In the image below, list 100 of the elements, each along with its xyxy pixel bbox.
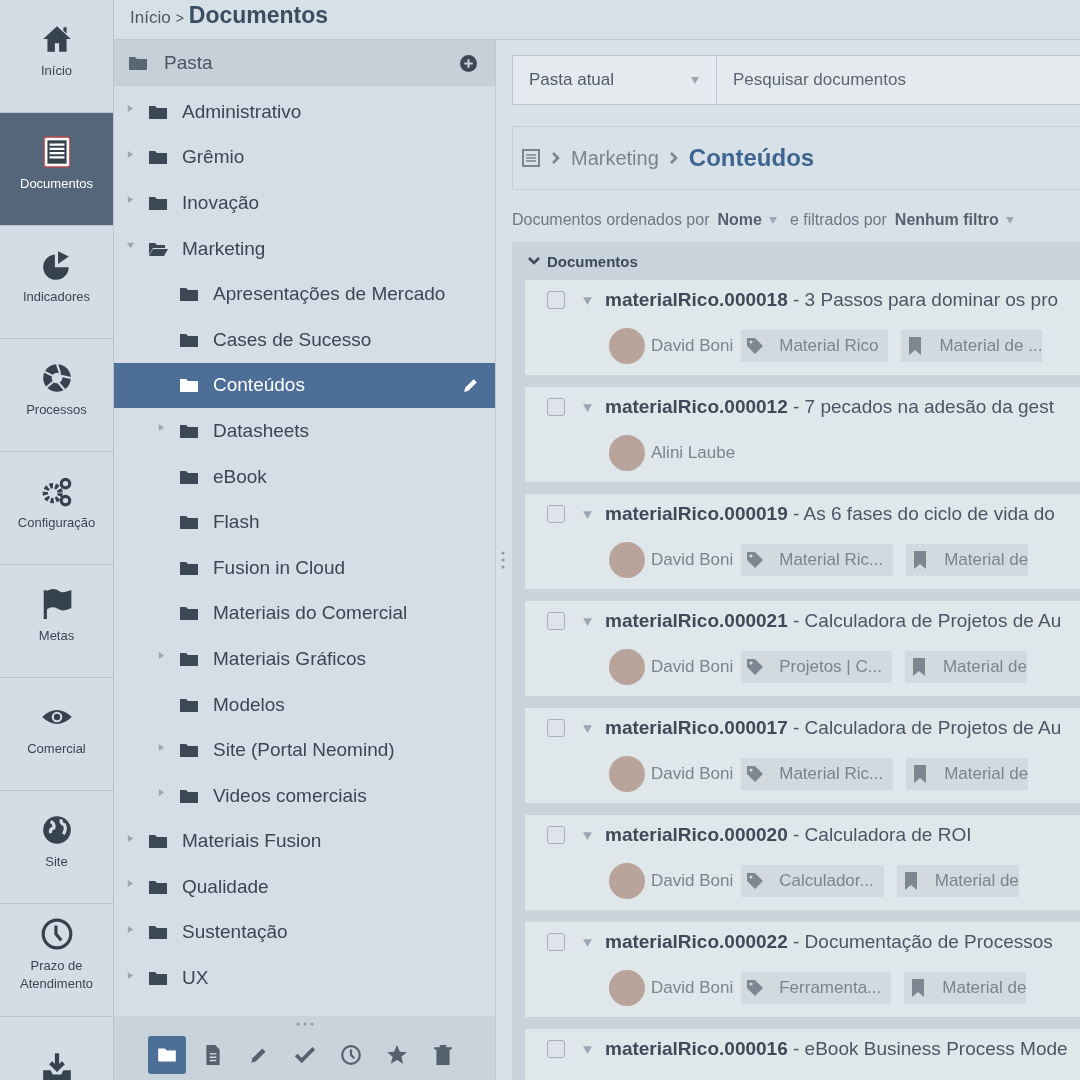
- caret-down-icon[interactable]: [582, 722, 593, 734]
- checkbox[interactable]: [547, 505, 565, 523]
- folder-icon: [148, 103, 168, 120]
- folder-icon: [179, 650, 199, 667]
- folder-tree-item[interactable]: Materiais do Comercial: [114, 590, 495, 637]
- document-title[interactable]: materialRico.000021 - Calculadora de Projetos de Au: [605, 610, 1062, 632]
- caret-down-icon[interactable]: [582, 294, 593, 306]
- document-title[interactable]: materialRico.000019 - As 6 fases do ciclo de vida do: [605, 503, 1055, 525]
- document-card[interactable]: materialRico.000016 - eBook Business Process Mode: [525, 1029, 1080, 1080]
- folder-name: eBook: [213, 465, 268, 488]
- caret-right-icon[interactable]: [126, 149, 135, 159]
- folder-tree-item[interactable]: Qualidade: [114, 864, 495, 910]
- document-card[interactable]: materialRico.000012 - 7 pecados na adesão da gest Alini Laube: [525, 387, 1080, 482]
- checkbox[interactable]: [547, 291, 565, 309]
- document-card[interactable]: materialRico.000018 - 3 Passos para dominar os pro David Boni Material Rico Material de ...: [525, 280, 1080, 375]
- folder-tree-item[interactable]: eBook: [114, 453, 495, 500]
- caret-down-icon[interactable]: [582, 508, 593, 520]
- splitter-handle-icon[interactable]: [501, 550, 505, 570]
- document-title[interactable]: materialRico.000017 - Calculadora de Projetos de Au: [605, 717, 1062, 739]
- folder-tree-item[interactable]: Flash: [114, 499, 495, 545]
- nav-item[interactable]: Prazo de Atendimento: [0, 904, 113, 1017]
- document-title[interactable]: materialRico.000018 - 3 Passos para dominar os pro: [605, 289, 1059, 311]
- document-card[interactable]: materialRico.000017 - Calculadora de Projetos de Au David Boni Material Ric... Material de: [525, 708, 1080, 803]
- folder-tree-item[interactable]: Administrativo: [114, 89, 495, 135]
- folder-tree-item[interactable]: Materiais Gráficos: [114, 636, 495, 682]
- document-title[interactable]: materialRico.000020 - Calculadora de ROI: [605, 824, 972, 846]
- chevron-down-icon[interactable]: [528, 256, 540, 266]
- caret-right-icon[interactable]: [126, 925, 135, 934]
- document-card[interactable]: materialRico.000020 - Calculadora de ROI David Boni Calculador... Material de: [525, 815, 1080, 910]
- folder-tree-item[interactable]: Sustentação: [114, 909, 495, 956]
- caret-right-icon[interactable]: [157, 423, 166, 433]
- checkbox[interactable]: [547, 719, 565, 737]
- document-card[interactable]: materialRico.000019 - As 6 fases do ciclo de vida do David Boni Material Ric... Material de: [525, 494, 1080, 589]
- folder-tree-item[interactable]: Fusion in Cloud: [114, 544, 495, 591]
- nav-item[interactable]: Site: [0, 791, 113, 904]
- avatar: [609, 863, 645, 899]
- caret-right-icon[interactable]: [157, 788, 166, 798]
- caret-right-icon[interactable]: [126, 104, 135, 114]
- author-name: David Boni: [651, 657, 734, 677]
- document-title[interactable]: materialRico.000012 - 7 pecados na adesão da gest: [605, 396, 1054, 418]
- folder-tree-item[interactable]: Conteúdos: [114, 362, 495, 409]
- caret-right-icon[interactable]: [126, 195, 135, 205]
- document-title[interactable]: materialRico.000022 - Documentação de Processos: [605, 931, 1053, 953]
- caret-down-icon[interactable]: [582, 829, 593, 841]
- chevron-right-icon: [551, 151, 561, 165]
- folder-name: Cases de Sucesso: [213, 328, 373, 351]
- document-card[interactable]: materialRico.000022 - Documentação de Processos David Boni Ferramenta... Material de: [525, 922, 1080, 1017]
- filter-dropdown[interactable]: Nenhum filtro: [894, 211, 1015, 229]
- folder-tree-item[interactable]: Grêmio: [114, 134, 495, 181]
- search-field[interactable]: Pesquisar documentos: [717, 55, 1080, 105]
- caret-down-icon[interactable]: [582, 936, 593, 948]
- author-name: Alini Laube: [651, 443, 736, 463]
- caret-right-icon[interactable]: [126, 879, 135, 889]
- toolbar-button[interactable]: [147, 1036, 186, 1074]
- caret-right-icon[interactable]: [126, 833, 135, 843]
- checkbox[interactable]: [547, 1040, 565, 1058]
- folder-tree-item[interactable]: Modelos: [114, 681, 495, 728]
- nav-item[interactable]: Processos: [0, 339, 113, 452]
- nav-item[interactable]: Metas: [0, 565, 113, 678]
- open-folder-icon: [148, 240, 168, 257]
- checkbox[interactable]: [547, 933, 565, 951]
- nav-item[interactable]: Configuração: [0, 452, 113, 565]
- folder-tree-item[interactable]: Apresentações de Mercado: [114, 271, 495, 317]
- pencil-icon[interactable]: [462, 376, 479, 394]
- avatar: [609, 435, 645, 471]
- folder-tree-item[interactable]: Marketing: [114, 225, 495, 272]
- avatar: [609, 756, 645, 792]
- caret-right-icon[interactable]: [157, 651, 166, 661]
- folder-name: Administrativo: [182, 100, 303, 123]
- caret-down-icon[interactable]: [582, 401, 593, 413]
- add-icon[interactable]: [460, 54, 477, 72]
- caret-down-icon[interactable]: [126, 241, 135, 251]
- folder-tree-item[interactable]: Datasheets: [114, 408, 495, 454]
- folder-name: Site (Portal Neomind): [213, 739, 396, 762]
- checkbox[interactable]: [547, 826, 565, 844]
- folder-tree-item[interactable]: Inovação: [114, 180, 495, 226]
- folder-name: Modelos: [213, 693, 286, 716]
- nav-item[interactable]: Documentos: [0, 113, 113, 226]
- caret-down-icon[interactable]: [582, 615, 593, 627]
- scope-dropdown[interactable]: Pasta atual: [512, 55, 717, 105]
- nav-item[interactable]: Indicadores: [0, 226, 113, 339]
- folder-name: Fusion in Cloud: [213, 556, 347, 579]
- checkbox[interactable]: [547, 398, 565, 416]
- avatar: [609, 970, 645, 1006]
- folder-tree-item[interactable]: Site (Portal Neomind): [114, 727, 495, 773]
- folder-tree-item[interactable]: Videos comerciais: [114, 772, 495, 819]
- folder-icon: [179, 696, 199, 713]
- breadcrumb-link[interactable]: Início: [130, 8, 171, 28]
- checkbox[interactable]: [547, 612, 565, 630]
- folder-tree-item[interactable]: Materiais Fusion: [114, 818, 495, 865]
- caret-down-icon[interactable]: [582, 1043, 593, 1055]
- sort-dropdown[interactable]: Nome: [717, 211, 778, 229]
- caret-right-icon[interactable]: [126, 970, 135, 980]
- document-title[interactable]: materialRico.000016 - eBook Business Process Mode: [605, 1038, 1068, 1060]
- document-card[interactable]: materialRico.000021 - Calculadora de Projetos de Au David Boni Projetos | C... Material de: [525, 601, 1080, 696]
- folder-icon: [179, 422, 199, 439]
- caret-right-icon[interactable]: [157, 742, 166, 752]
- folder-tree-item[interactable]: UX: [114, 955, 495, 1001]
- nav-item[interactable]: Comercial: [0, 678, 113, 791]
- folder-tree-item[interactable]: Cases de Sucesso: [114, 316, 495, 363]
